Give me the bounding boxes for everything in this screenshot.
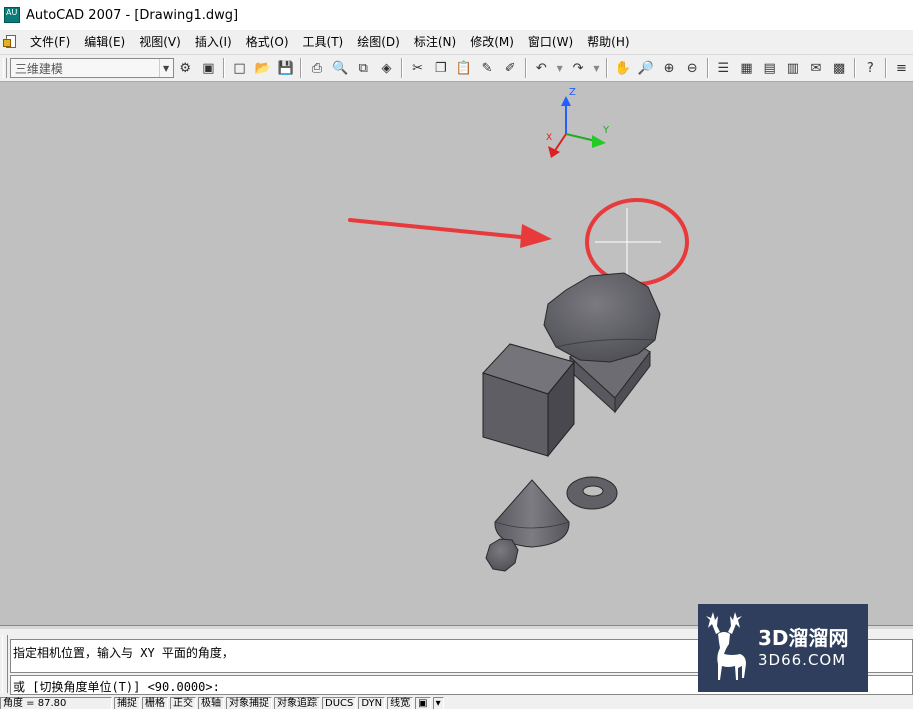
ortho-toggle[interactable]: 正交 [170,697,196,709]
crosshair-cursor [595,208,661,276]
undo-dropdown-icon[interactable]: ▼ [554,57,566,79]
coordinate-readout: 角度 = 87.80 [0,697,112,709]
toolbar-separator [300,58,303,78]
toolbar-separator [401,58,404,78]
save-icon[interactable]: 💾 [275,57,296,79]
3d-sphere [543,272,661,363]
osnap-toggle[interactable]: 对象捕捉 [226,697,272,709]
menu-insert[interactable]: 插入(I) [188,30,239,54]
menu-format[interactable]: 格式(O) [239,30,296,54]
toolbar-separator [606,58,609,78]
snap-toggle[interactable]: 捕捉 [114,697,140,709]
3d-dwf-icon[interactable]: ◈ [376,57,397,79]
toolbar-separator [524,58,527,78]
workspace-dropdown[interactable]: 三维建模 ▼ [9,58,174,78]
zoom-window-icon[interactable]: ⊕ [658,57,679,79]
3d-cube [482,343,575,458]
workspace-value: 三维建模 [14,61,63,76]
otrack-toggle[interactable]: 对象追踪 [274,697,320,709]
help-icon[interactable]: ? [860,57,881,79]
zoom-realtime-icon[interactable]: 🔎 [635,57,656,79]
publish-icon[interactable]: ⧉ [353,57,374,79]
ucs-icon: Z Y X [546,87,610,158]
title-bar: AU AutoCAD 2007 - [Drawing1.dwg] [0,0,913,30]
block-editor-icon[interactable]: ✐ [500,57,521,79]
toolbar-grip[interactable] [3,58,7,78]
dyn-toggle[interactable]: DYN [358,697,386,709]
document-menu-icon[interactable] [3,34,19,50]
status-bar: 角度 = 87.80 捕捉 栅格 正交 极轴 对象捕捉 对象追踪 DUCS DY… [0,697,913,709]
my-workspace-icon[interactable]: ▣ [198,57,219,79]
design-center-icon[interactable]: ▦ [736,57,757,79]
toolbar-separator [884,58,887,78]
3d-torus [566,476,618,510]
menu-edit[interactable]: 编辑(E) [77,30,132,54]
3d-small-sphere [485,538,519,572]
toolbar-overflow-icon[interactable]: ≡ [891,57,912,79]
menu-draw[interactable]: 绘图(D) [350,30,407,54]
menu-help[interactable]: 帮助(H) [580,30,636,54]
grid-toggle[interactable]: 栅格 [142,697,168,709]
tool-palettes-icon[interactable]: ▤ [759,57,780,79]
lineweight-toggle[interactable]: 线宽 [387,697,414,709]
ucs-z-label: Z [569,87,576,98]
markup-icon[interactable]: ✉ [805,57,826,79]
plot-preview-icon[interactable]: 🔍 [330,57,351,79]
model-icon[interactable]: ▣ [415,697,431,709]
ucs-x-axis [553,133,567,153]
cut-icon[interactable]: ✂ [407,57,428,79]
annotation-arrow [348,218,552,248]
standard-toolbar: 三维建模 ▼ ⚙ ▣ □ 📂 💾 ⎙ 🔍 ⧉ ◈ ✂ ❐ 📋 ✎ ✐ ↶ ▼ ↷… [0,54,913,82]
redo-dropdown-icon[interactable]: ▼ [591,57,603,79]
watermark-domain: 3D66.COM [758,651,847,669]
drawing-viewport[interactable]: Z Y X [0,82,913,625]
zoom-previous-icon[interactable]: ⊖ [682,57,703,79]
plot-icon[interactable]: ⎙ [306,57,327,79]
watermark-text: 3D溜溜网 3D66.COM [758,626,849,670]
watermark-title: 3D溜溜网 [758,626,849,650]
properties-icon[interactable]: ☰ [713,57,734,79]
menu-tools[interactable]: 工具(T) [296,30,351,54]
workspace-settings-icon[interactable]: ⚙ [175,57,196,79]
redo-icon[interactable]: ↷ [567,57,588,79]
watermark: 3D溜溜网 3D66.COM [698,604,868,692]
viewport-scene: Z Y X [348,87,689,572]
undo-icon[interactable]: ↶ [531,57,552,79]
toolbar-separator [853,58,856,78]
ucs-y-arrowhead [592,135,606,148]
3d-cone [494,479,570,548]
command-window-grip[interactable] [2,635,8,693]
status-menu-icon[interactable]: ▾ [432,697,444,709]
autocad-app-icon[interactable]: AU [4,7,20,23]
deer-logo-icon [698,604,758,692]
menu-file[interactable]: 文件(F) [23,30,77,54]
menu-bar: 文件(F) 编辑(E) 视图(V) 插入(I) 格式(O) 工具(T) 绘图(D… [0,30,913,54]
paste-icon[interactable]: 📋 [453,57,474,79]
match-properties-icon[interactable]: ✎ [476,57,497,79]
sheet-set-icon[interactable]: ▥ [782,57,803,79]
ducs-toggle[interactable]: DUCS [322,697,357,709]
ucs-y-label: Y [602,125,610,136]
menu-window[interactable]: 窗口(W) [521,30,580,54]
menu-modify[interactable]: 修改(M) [463,30,521,54]
polar-toggle[interactable]: 极轴 [198,697,224,709]
open-icon[interactable]: 📂 [252,57,273,79]
menu-view[interactable]: 视图(V) [132,30,188,54]
ucs-x-label: X [546,133,552,143]
quickcalc-icon[interactable]: ▩ [829,57,850,79]
chevron-down-icon[interactable]: ▼ [158,59,173,77]
menu-dimension[interactable]: 标注(N) [407,30,463,54]
pan-icon[interactable]: ✋ [612,57,633,79]
window-title: AutoCAD 2007 - [Drawing1.dwg] [26,7,239,23]
copy-icon[interactable]: ❐ [430,57,451,79]
toolbar-separator [706,58,709,78]
ucs-x-arrowhead [548,146,560,158]
toolbar-separator [222,58,225,78]
new-icon[interactable]: □ [229,57,250,79]
